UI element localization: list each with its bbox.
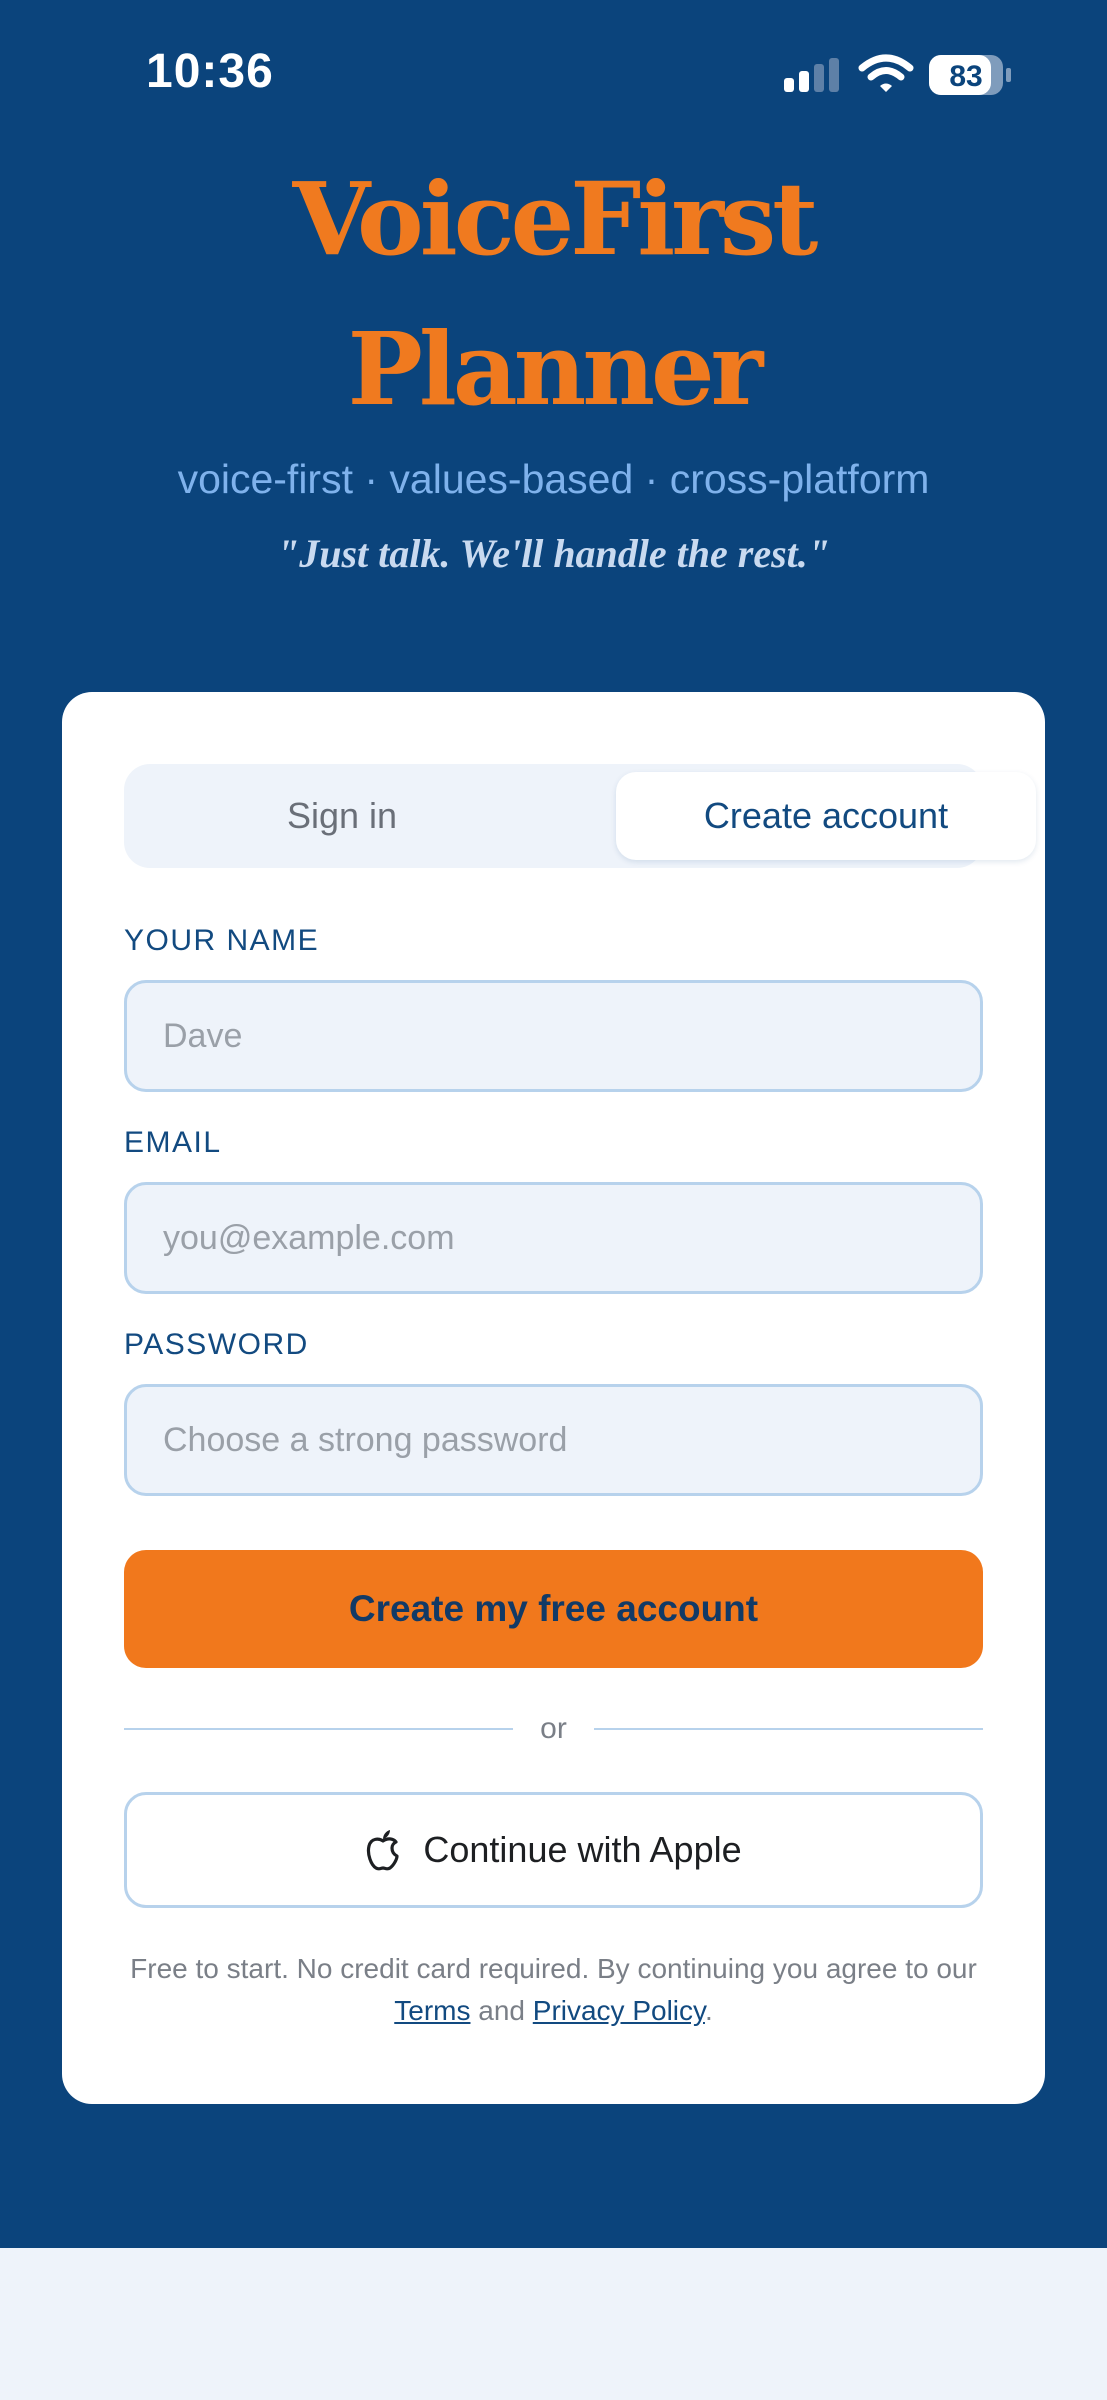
app-title-line1: VoiceFirst xyxy=(292,160,819,278)
password-field[interactable] xyxy=(124,1384,983,1496)
motto: "Just talk. We'll handle the rest." xyxy=(276,531,830,576)
password-label: PASSWORD xyxy=(124,1328,309,1361)
create-account-button[interactable]: Create my free account xyxy=(124,1550,983,1668)
app-title-line2: Planner xyxy=(347,310,764,428)
legal-suffix: . xyxy=(704,1995,713,2026)
divider-right xyxy=(594,1728,983,1730)
apple-logo-icon xyxy=(367,1830,399,1871)
email-label: EMAIL xyxy=(124,1126,222,1159)
tagline: voice-first · values-based · cross-platf… xyxy=(177,456,930,502)
legal-prefix: Free to start. No credit card required. … xyxy=(130,1953,977,1984)
auth-tabs: Sign in Create account xyxy=(124,764,1036,868)
tab-sign-in[interactable]: Sign in xyxy=(132,772,552,860)
auth-card: Sign in Create account YOUR NAME EMAIL P… xyxy=(62,692,1045,2104)
wifi-icon xyxy=(858,54,914,92)
legal-text: Free to start. No credit card required. … xyxy=(124,1948,983,2032)
status-time: 10:36 xyxy=(146,45,274,98)
battery-icon: 83 xyxy=(929,55,1011,95)
privacy-policy-link[interactable]: Privacy Policy xyxy=(533,1995,705,2026)
name-field[interactable] xyxy=(124,980,983,1092)
email-field[interactable] xyxy=(124,1182,983,1294)
tab-create-account[interactable]: Create account xyxy=(616,772,1036,860)
app-title: VoiceFirst Planner xyxy=(0,144,1107,444)
terms-link[interactable]: Terms xyxy=(394,1995,470,2026)
cellular-signal-icon xyxy=(784,58,839,92)
name-label: YOUR NAME xyxy=(124,924,320,957)
battery-level: 83 xyxy=(949,60,982,93)
legal-and: and xyxy=(478,1995,525,2026)
continue-with-apple-label: Continue with Apple xyxy=(423,1829,742,1870)
continue-with-apple-button[interactable]: Continue with Apple xyxy=(124,1792,983,1908)
